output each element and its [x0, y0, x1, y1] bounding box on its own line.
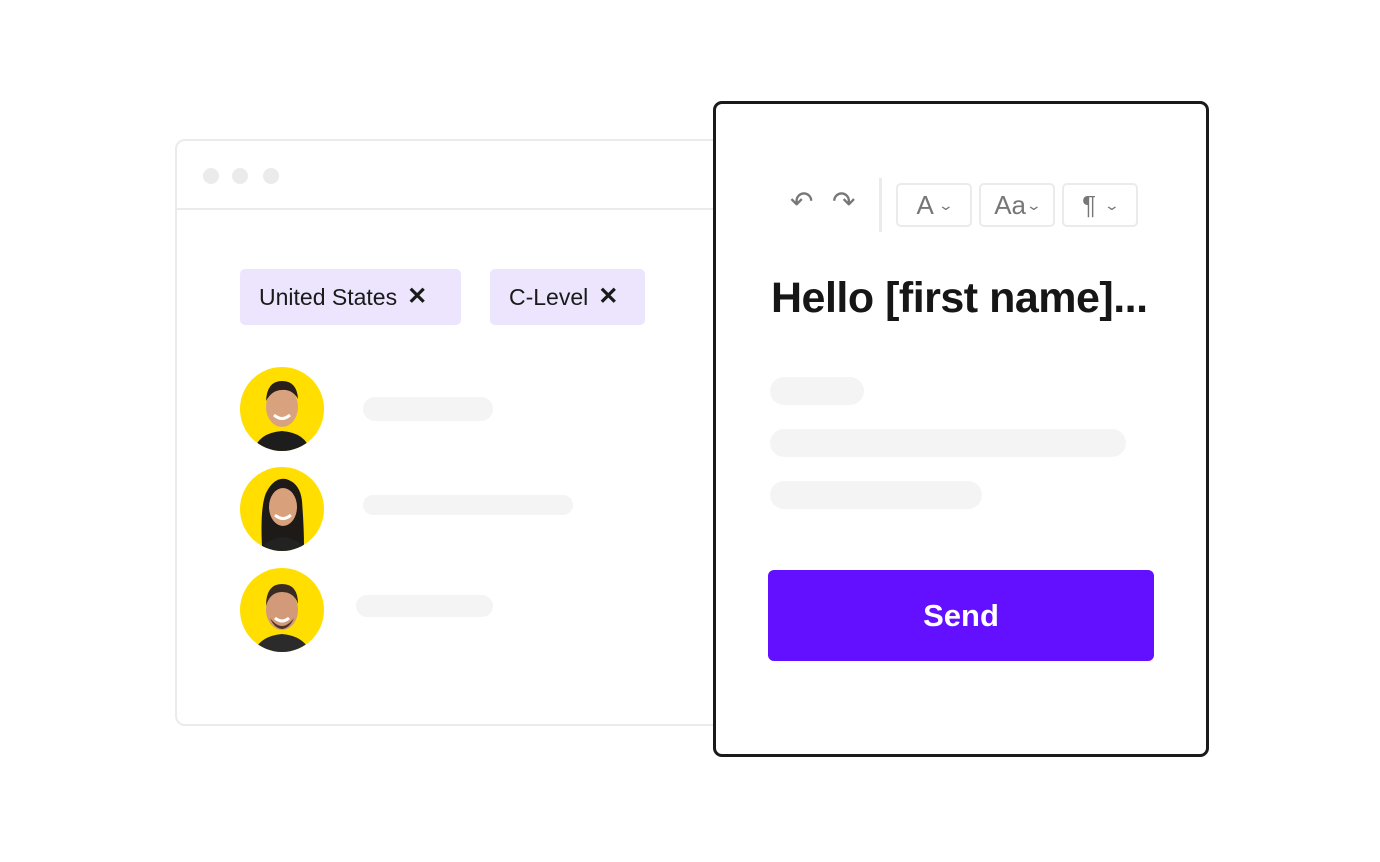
- font-color-dropdown[interactable]: A ⌄: [896, 183, 972, 227]
- chevron-down-icon: ⌄: [1025, 196, 1043, 213]
- undo-icon[interactable]: ↶: [790, 188, 813, 216]
- contact-name-placeholder: [356, 595, 493, 617]
- paragraph-icon: ¶: [1082, 189, 1097, 220]
- window-control-dot[interactable]: [232, 168, 248, 184]
- filter-chip-label: C-Level: [509, 283, 589, 310]
- filter-chip-c-level: C-Level ✕: [490, 269, 645, 325]
- chevron-down-icon: ⌄: [1103, 196, 1121, 213]
- avatar[interactable]: [240, 568, 324, 652]
- contact-name-placeholder: [363, 495, 573, 515]
- window-control-dot[interactable]: [203, 168, 219, 184]
- window-control-dot[interactable]: [263, 168, 279, 184]
- font-color-label: A: [916, 189, 934, 220]
- window-titlebar: [177, 141, 733, 210]
- close-icon[interactable]: ✕: [598, 285, 618, 309]
- email-editor-card: ↶ ↷ A ⌄ Aa ⌄ ¶ ⌄ Hello [first name]... S…: [713, 101, 1209, 757]
- toolbar-divider: [879, 178, 882, 232]
- avatar[interactable]: [240, 367, 324, 451]
- person-photo-icon: [254, 584, 310, 652]
- person-photo-icon: [254, 381, 310, 451]
- body-text-placeholder: [770, 377, 864, 405]
- paragraph-dropdown[interactable]: ¶ ⌄: [1062, 183, 1138, 227]
- body-text-placeholder: [770, 429, 1126, 457]
- contact-name-placeholder: [363, 397, 493, 421]
- chevron-down-icon: ⌄: [937, 196, 954, 213]
- filter-chip-united-states: United States ✕: [240, 269, 461, 325]
- contacts-window: United States ✕ C-Level ✕: [175, 139, 735, 726]
- close-icon[interactable]: ✕: [407, 285, 427, 309]
- send-button[interactable]: Send: [768, 570, 1154, 661]
- avatar[interactable]: [240, 467, 324, 551]
- filter-chip-label: United States: [259, 283, 398, 310]
- font-size-dropdown[interactable]: Aa ⌄: [979, 183, 1055, 227]
- redo-icon[interactable]: ↷: [832, 188, 855, 216]
- person-photo-icon: [260, 478, 306, 551]
- email-greeting-heading[interactable]: Hello [first name]...: [771, 274, 1148, 323]
- body-text-placeholder: [770, 481, 982, 509]
- font-size-label: Aa: [994, 189, 1027, 220]
